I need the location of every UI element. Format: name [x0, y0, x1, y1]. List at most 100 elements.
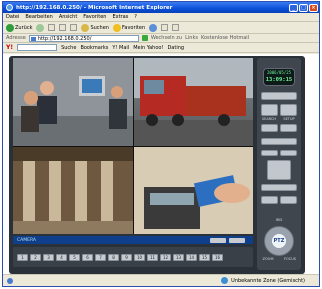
- camera-button-12[interactable]: 12: [160, 253, 171, 261]
- trucks-scene: [133, 58, 253, 146]
- dvr-viewer: CAMERA 1 2 3 4 5 6 7 8 9 10 11 12 13 14 …: [9, 56, 305, 274]
- stop-icon[interactable]: [48, 24, 56, 31]
- clock-date: 2006/05/25: [266, 70, 292, 75]
- search-mode-label: SEARCH: [261, 117, 277, 121]
- minimize-button[interactable]: _: [289, 3, 298, 12]
- back-arrow-icon: [6, 23, 14, 32]
- menu-favoriten[interactable]: Favoriten: [83, 14, 106, 20]
- camera-button-3[interactable]: 3: [43, 253, 54, 261]
- camera-button-8[interactable]: 8: [108, 253, 119, 261]
- standard-toolbar: Zurück Suchen Favoriten: [3, 22, 319, 34]
- zone-label: Unbekannte Zone (Gemischt): [231, 277, 305, 284]
- camera-button-4[interactable]: 4: [56, 253, 67, 261]
- yahoo-search-input[interactable]: [17, 44, 58, 51]
- office-scene: [13, 58, 133, 146]
- columns-scene: [13, 146, 133, 234]
- camera-button-11[interactable]: 11: [147, 253, 158, 261]
- favorites-label: Favoriten: [121, 24, 146, 31]
- clock-display: 2006/05/25 13:09:15: [263, 68, 295, 86]
- hotmail-link[interactable]: Kostenlose Hotmail: [201, 35, 249, 41]
- camera-button-13[interactable]: 13: [173, 253, 184, 261]
- camera-button-7[interactable]: 7: [95, 253, 106, 261]
- menu-datei[interactable]: Datei: [6, 14, 19, 20]
- ie-logo-icon: [6, 4, 13, 11]
- search-button[interactable]: Suchen: [81, 23, 109, 32]
- maximize-button[interactable]: □: [299, 3, 308, 12]
- camera-button-1[interactable]: 1: [17, 253, 28, 261]
- clock-time: 13:09:15: [265, 77, 293, 83]
- page-content: CAMERA 1 2 3 4 5 6 7 8 9 10 11 12 13 14 …: [3, 54, 319, 276]
- address-label: Adresse: [6, 35, 26, 41]
- home-icon[interactable]: [70, 24, 78, 31]
- camera-feed-office[interactable]: [13, 58, 133, 146]
- forward-arrow-icon[interactable]: [36, 23, 45, 32]
- snapshot-button[interactable]: [261, 124, 278, 132]
- fullscreen-button[interactable]: [261, 196, 278, 204]
- yahoo-search-button[interactable]: Suche: [61, 45, 76, 51]
- focus-label: FOCUS: [284, 257, 296, 261]
- favorites-button[interactable]: Favoriten: [112, 23, 146, 32]
- camera-selector: 1 2 3 4 5 6 7 8 9 10 11 12 13 14 15 16: [13, 247, 253, 267]
- camera-button-15[interactable]: 15: [199, 253, 210, 261]
- yahoo-logo-icon[interactable]: Y!: [6, 44, 13, 51]
- links-label[interactable]: Links: [185, 35, 198, 41]
- address-input[interactable]: http://192.168.0.250/: [28, 34, 139, 42]
- camera-button-2[interactable]: 2: [30, 253, 41, 261]
- back-label: Zurück: [15, 24, 33, 31]
- myyahoo-link[interactable]: Mein Yahoo!: [133, 45, 163, 51]
- camera-button-10[interactable]: 10: [134, 253, 145, 261]
- menu-extras[interactable]: Extras: [112, 14, 128, 20]
- go-button[interactable]: Wechseln zu: [151, 35, 182, 41]
- volume-button[interactable]: [210, 237, 226, 243]
- camera-button-6[interactable]: 6: [82, 253, 93, 261]
- back-button[interactable]: Zurück: [6, 23, 33, 32]
- print-button[interactable]: [280, 124, 297, 132]
- menu-bearbeiten[interactable]: Bearbeiten: [25, 14, 52, 20]
- mail-icon[interactable]: [161, 24, 169, 31]
- menu-ansicht[interactable]: Ansicht: [59, 14, 77, 20]
- sequence-button[interactable]: [261, 184, 297, 191]
- setup-mode-button[interactable]: [280, 104, 297, 116]
- playback-button[interactable]: [261, 138, 297, 145]
- star-icon: [112, 23, 121, 32]
- go-arrow-icon[interactable]: [141, 35, 148, 41]
- close-button[interactable]: ×: [309, 3, 318, 12]
- iris-label: IRIS: [275, 218, 283, 222]
- security-zone[interactable]: Unbekannte Zone (Gemischt): [221, 277, 319, 284]
- control-panel: 2006/05/25 13:09:15 SEARCH SETUP IRIS PT…: [257, 58, 301, 270]
- dating-link[interactable]: Dating: [167, 45, 184, 51]
- bookmarks-link[interactable]: Bookmarks: [80, 45, 108, 51]
- camera-feed-trucks[interactable]: [133, 58, 253, 146]
- mail-link[interactable]: Y! Mail: [112, 45, 129, 51]
- address-bar: Adresse http://192.168.0.250/ Wechseln z…: [3, 34, 319, 43]
- camera-feed-columns[interactable]: [13, 146, 133, 234]
- camera-feed-card-payment[interactable]: [133, 146, 253, 234]
- menu-help[interactable]: ?: [134, 14, 137, 20]
- camera-button-9[interactable]: 9: [121, 253, 132, 261]
- globe-icon: [221, 277, 229, 284]
- camera-info-bar: CAMERA: [13, 236, 253, 244]
- search-mode-button[interactable]: [261, 104, 278, 116]
- title-bar: http://192.168.0.250/ - Microsoft Intern…: [3, 2, 319, 13]
- record-button[interactable]: [229, 237, 245, 243]
- camera-button-16[interactable]: 16: [212, 253, 223, 261]
- ptz-control[interactable]: PTZ: [264, 226, 294, 256]
- yahoo-toolbar: Y! Suche Bookmarks Y! Mail Mein Yahoo! D…: [3, 43, 319, 53]
- camera-label: CAMERA: [17, 237, 36, 243]
- refresh-icon[interactable]: [59, 24, 67, 31]
- browser-window: http://192.168.0.250/ - Microsoft Intern…: [2, 1, 320, 287]
- history-icon[interactable]: [149, 23, 158, 32]
- camera-button-14[interactable]: 14: [186, 253, 197, 261]
- search-icon: [81, 23, 90, 32]
- layout-button-1[interactable]: [261, 150, 278, 156]
- zoom-label: ZOOM: [262, 257, 274, 261]
- setup-mode-label: SETUP: [283, 117, 295, 121]
- audio-button[interactable]: [280, 196, 297, 204]
- search-label: Suchen: [90, 24, 109, 31]
- layout-grid-button[interactable]: [267, 160, 291, 180]
- layout-button-2[interactable]: [280, 150, 297, 156]
- camera-button-5[interactable]: 5: [69, 253, 80, 261]
- live-button[interactable]: [261, 92, 297, 100]
- ptz-label: PTZ: [273, 238, 285, 244]
- print-icon[interactable]: [172, 24, 180, 31]
